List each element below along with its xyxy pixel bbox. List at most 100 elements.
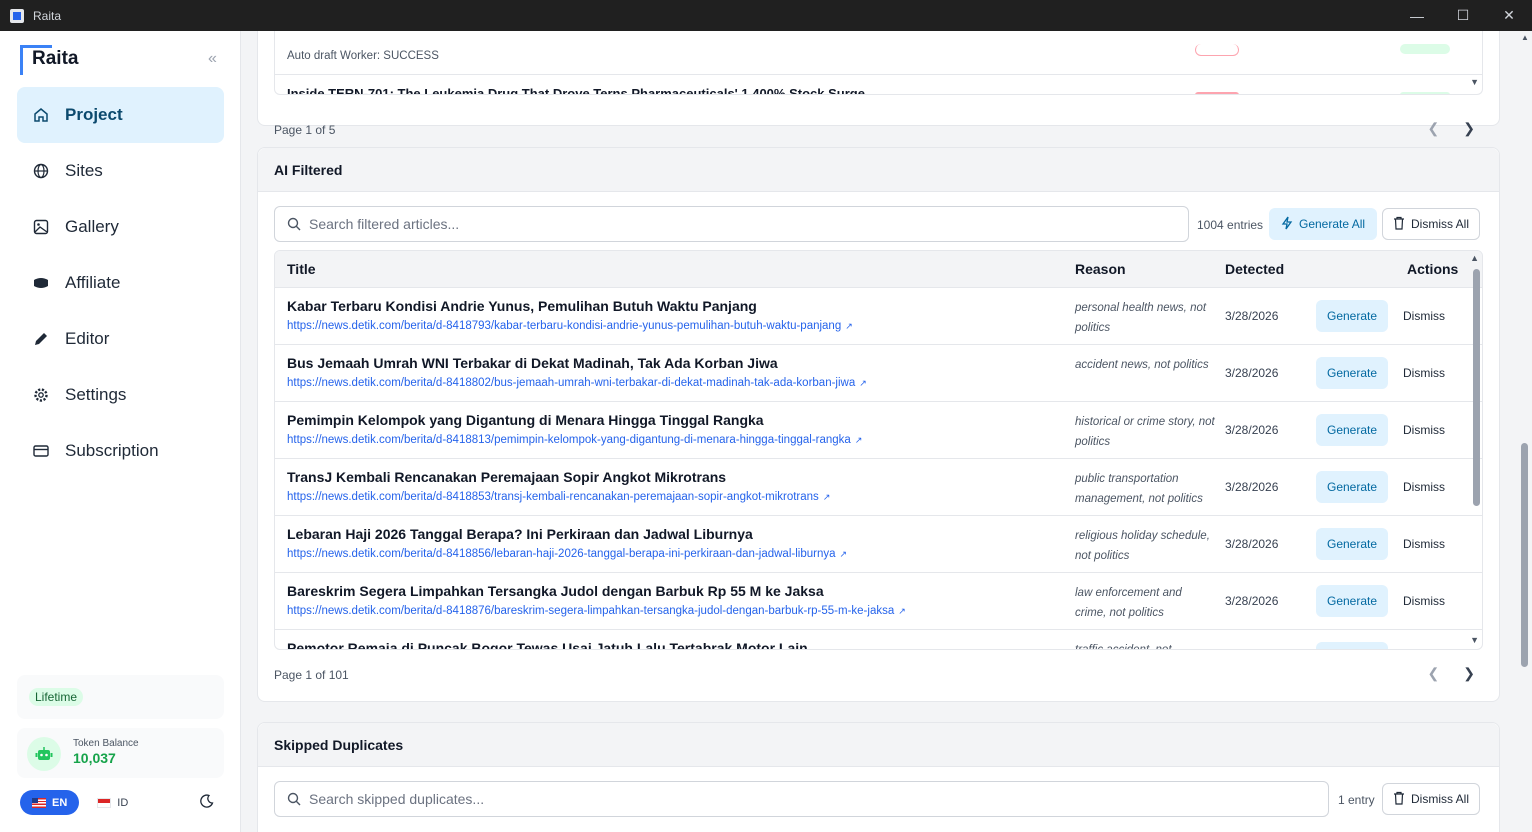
sidebar-item-label: Editor — [65, 329, 110, 348]
next-page-icon[interactable]: ❯ — [1463, 120, 1475, 137]
generate-button[interactable]: Generate — [1316, 642, 1389, 649]
window-controls: — ☐ ✕ — [1394, 0, 1532, 31]
skipped-title: Skipped Duplicates — [258, 723, 1499, 767]
top-pager-label: Page 1 of 5 — [274, 123, 336, 137]
article-link[interactable]: https://news.detik.com/berita/d-8418793/… — [287, 320, 853, 332]
dismiss-all-button[interactable]: Dismiss All — [1382, 208, 1481, 240]
scroll-up-icon[interactable]: ▲ — [1521, 33, 1529, 42]
generate-all-button[interactable]: Generate All — [1269, 208, 1378, 240]
close-button[interactable]: ✕ — [1486, 0, 1532, 31]
external-link-icon: ↗ — [854, 435, 863, 445]
sidebar-item-editor[interactable]: Editor — [17, 311, 224, 367]
scroll-down-icon[interactable]: ▼ — [1470, 635, 1479, 645]
article-link[interactable]: https://news.detik.com/berita/d-8418853/… — [287, 491, 830, 503]
article-link[interactable]: https://news.detik.com/berita/d-8418856/… — [287, 548, 847, 560]
sidebar-item-label: Sites — [65, 161, 103, 180]
table-row: Pemimpin Kelompok yang Digantung di Mena… — [275, 402, 1482, 459]
filtered-pager-arrows: ❮ ❯ — [1428, 665, 1475, 682]
article-link[interactable]: https://news.detik.com/berita/d-8418802/… — [287, 377, 867, 389]
maximize-button[interactable]: ☐ — [1440, 0, 1486, 31]
skipped-dismiss-all-label: Dismiss All — [1411, 792, 1470, 806]
next-page-icon[interactable]: ❯ — [1463, 665, 1475, 682]
detected-date: 3/28/2026 — [1225, 537, 1279, 551]
article-title: Pemotor Remaja di Puncak Bogor Tewas Usa… — [287, 640, 808, 650]
sidebar-item-label: Affiliate — [65, 273, 121, 292]
generate-button[interactable]: Generate — [1316, 585, 1389, 617]
language-switcher: EN ID — [20, 790, 140, 815]
dismiss-button[interactable]: Dismiss — [1403, 537, 1445, 551]
sidebar-item-gallery[interactable]: Gallery — [17, 199, 224, 255]
ticket-icon — [33, 275, 49, 291]
token-balance-box: Token Balance 10,037 — [17, 728, 224, 778]
table-scrollbar[interactable] — [1473, 269, 1480, 506]
article-title: Lebaran Haji 2026 Tanggal Berapa? Ini Pe… — [287, 526, 753, 542]
reason-text: law enforcement and crime, not politics — [1075, 587, 1182, 619]
article-title: Bareskrim Segera Limpahkan Tersangka Jud… — [287, 583, 824, 599]
trash-icon — [1393, 216, 1405, 233]
card-icon — [33, 443, 49, 459]
scroll-up-icon[interactable]: ▲ — [1470, 253, 1479, 263]
table-row: Bareskrim Segera Limpahkan Tersangka Jud… — [275, 573, 1482, 630]
reason-text: traffic accident, not — [1075, 644, 1172, 650]
col-detected: Detected — [1225, 261, 1285, 277]
logo[interactable]: Raita — [20, 45, 78, 75]
generate-button[interactable]: Generate — [1316, 528, 1389, 560]
skipped-duplicates-card: Skipped Duplicates Search skipped duplic… — [257, 722, 1500, 832]
token-value: 10,037 — [73, 750, 116, 766]
robot-icon — [27, 737, 61, 771]
minimize-button[interactable]: — — [1394, 0, 1440, 31]
scroll-down-icon[interactable]: ▼ — [1470, 77, 1479, 87]
logo-text: Raita — [32, 48, 79, 69]
lang-id-button[interactable]: ID — [85, 790, 140, 815]
dismiss-button[interactable]: Dismiss — [1403, 423, 1445, 437]
generate-button[interactable]: Generate — [1316, 300, 1389, 332]
article-title: Kabar Terbaru Kondisi Andrie Yunus, Pemu… — [287, 298, 757, 314]
article-link[interactable]: https://news.detik.com/berita/d-8418876/… — [287, 605, 906, 617]
generate-all-label: Generate All — [1299, 217, 1366, 231]
page-scrollbar[interactable]: ▲ — [1518, 31, 1532, 832]
lightning-icon — [1281, 216, 1293, 233]
top-pager-arrows: ❮ ❯ — [1428, 120, 1475, 137]
external-link-icon: ↗ — [859, 378, 867, 388]
collapse-sidebar-icon[interactable]: « — [208, 50, 217, 68]
sidebar-item-affiliate[interactable]: Affiliate — [17, 255, 224, 311]
search-placeholder: Search filtered articles... — [309, 216, 460, 232]
prev-page-icon[interactable]: ❮ — [1428, 665, 1440, 682]
external-link-icon: ↗ — [822, 492, 831, 502]
reason-text: religious holiday schedule, not politics — [1075, 530, 1210, 562]
sidebar-item-sites[interactable]: Sites — [17, 143, 224, 199]
article-link[interactable]: https://news.detik.com/berita/d-8418813/… — [287, 434, 862, 446]
dismiss-button[interactable]: Dismiss — [1403, 309, 1445, 323]
page-scrollbar-thumb[interactable] — [1521, 443, 1528, 667]
table-row: Kabar Terbaru Kondisi Andrie Yunus, Pemu… — [275, 288, 1482, 345]
sidebar-item-subscription[interactable]: Subscription — [17, 423, 224, 479]
prev-page-icon[interactable]: ❮ — [1428, 120, 1440, 137]
lang-en-button[interactable]: EN — [20, 790, 80, 815]
home-icon — [33, 107, 49, 123]
sidebar-item-project[interactable]: Project — [17, 87, 224, 143]
dismiss-button[interactable]: Dismiss — [1403, 366, 1445, 380]
skipped-dismiss-all-button[interactable]: Dismiss All — [1382, 783, 1481, 815]
detected-date: 3/28/2026 — [1225, 309, 1279, 323]
sidebar-item-label: Subscription — [65, 441, 159, 460]
dismiss-button[interactable]: Dismiss — [1403, 594, 1445, 608]
lang-id-label: ID — [117, 796, 129, 809]
sidebar-nav: Project Sites Gallery Affiliate Editor S… — [17, 87, 224, 479]
sidebar-item-label: Project — [65, 105, 123, 124]
partial-row-meta: Auto draft Worker: SUCCESS — [287, 50, 439, 62]
dismiss-button[interactable]: Dismiss — [1403, 480, 1445, 494]
sidebar-item-settings[interactable]: Settings — [17, 367, 224, 423]
table-row: Bus Jemaah Umrah WNI Terbakar di Dekat M… — [275, 345, 1482, 402]
globe-icon — [33, 163, 49, 179]
ai-filtered-card: AI Filtered Search filtered articles... … — [257, 147, 1500, 702]
generate-button[interactable]: Generate — [1316, 414, 1389, 446]
ai-filtered-title: AI Filtered — [258, 148, 1499, 192]
external-link-icon: ↗ — [845, 321, 853, 331]
search-icon — [287, 792, 301, 806]
skipped-search-input[interactable]: Search skipped duplicates... — [274, 781, 1329, 817]
generate-button[interactable]: Generate — [1316, 357, 1389, 389]
dark-mode-toggle-icon[interactable] — [200, 794, 214, 813]
partial-row-title[interactable]: Inside TERN-701: The Leukemia Drug That … — [287, 86, 865, 94]
generate-button[interactable]: Generate — [1316, 471, 1389, 503]
filtered-search-input[interactable]: Search filtered articles... — [274, 206, 1189, 242]
